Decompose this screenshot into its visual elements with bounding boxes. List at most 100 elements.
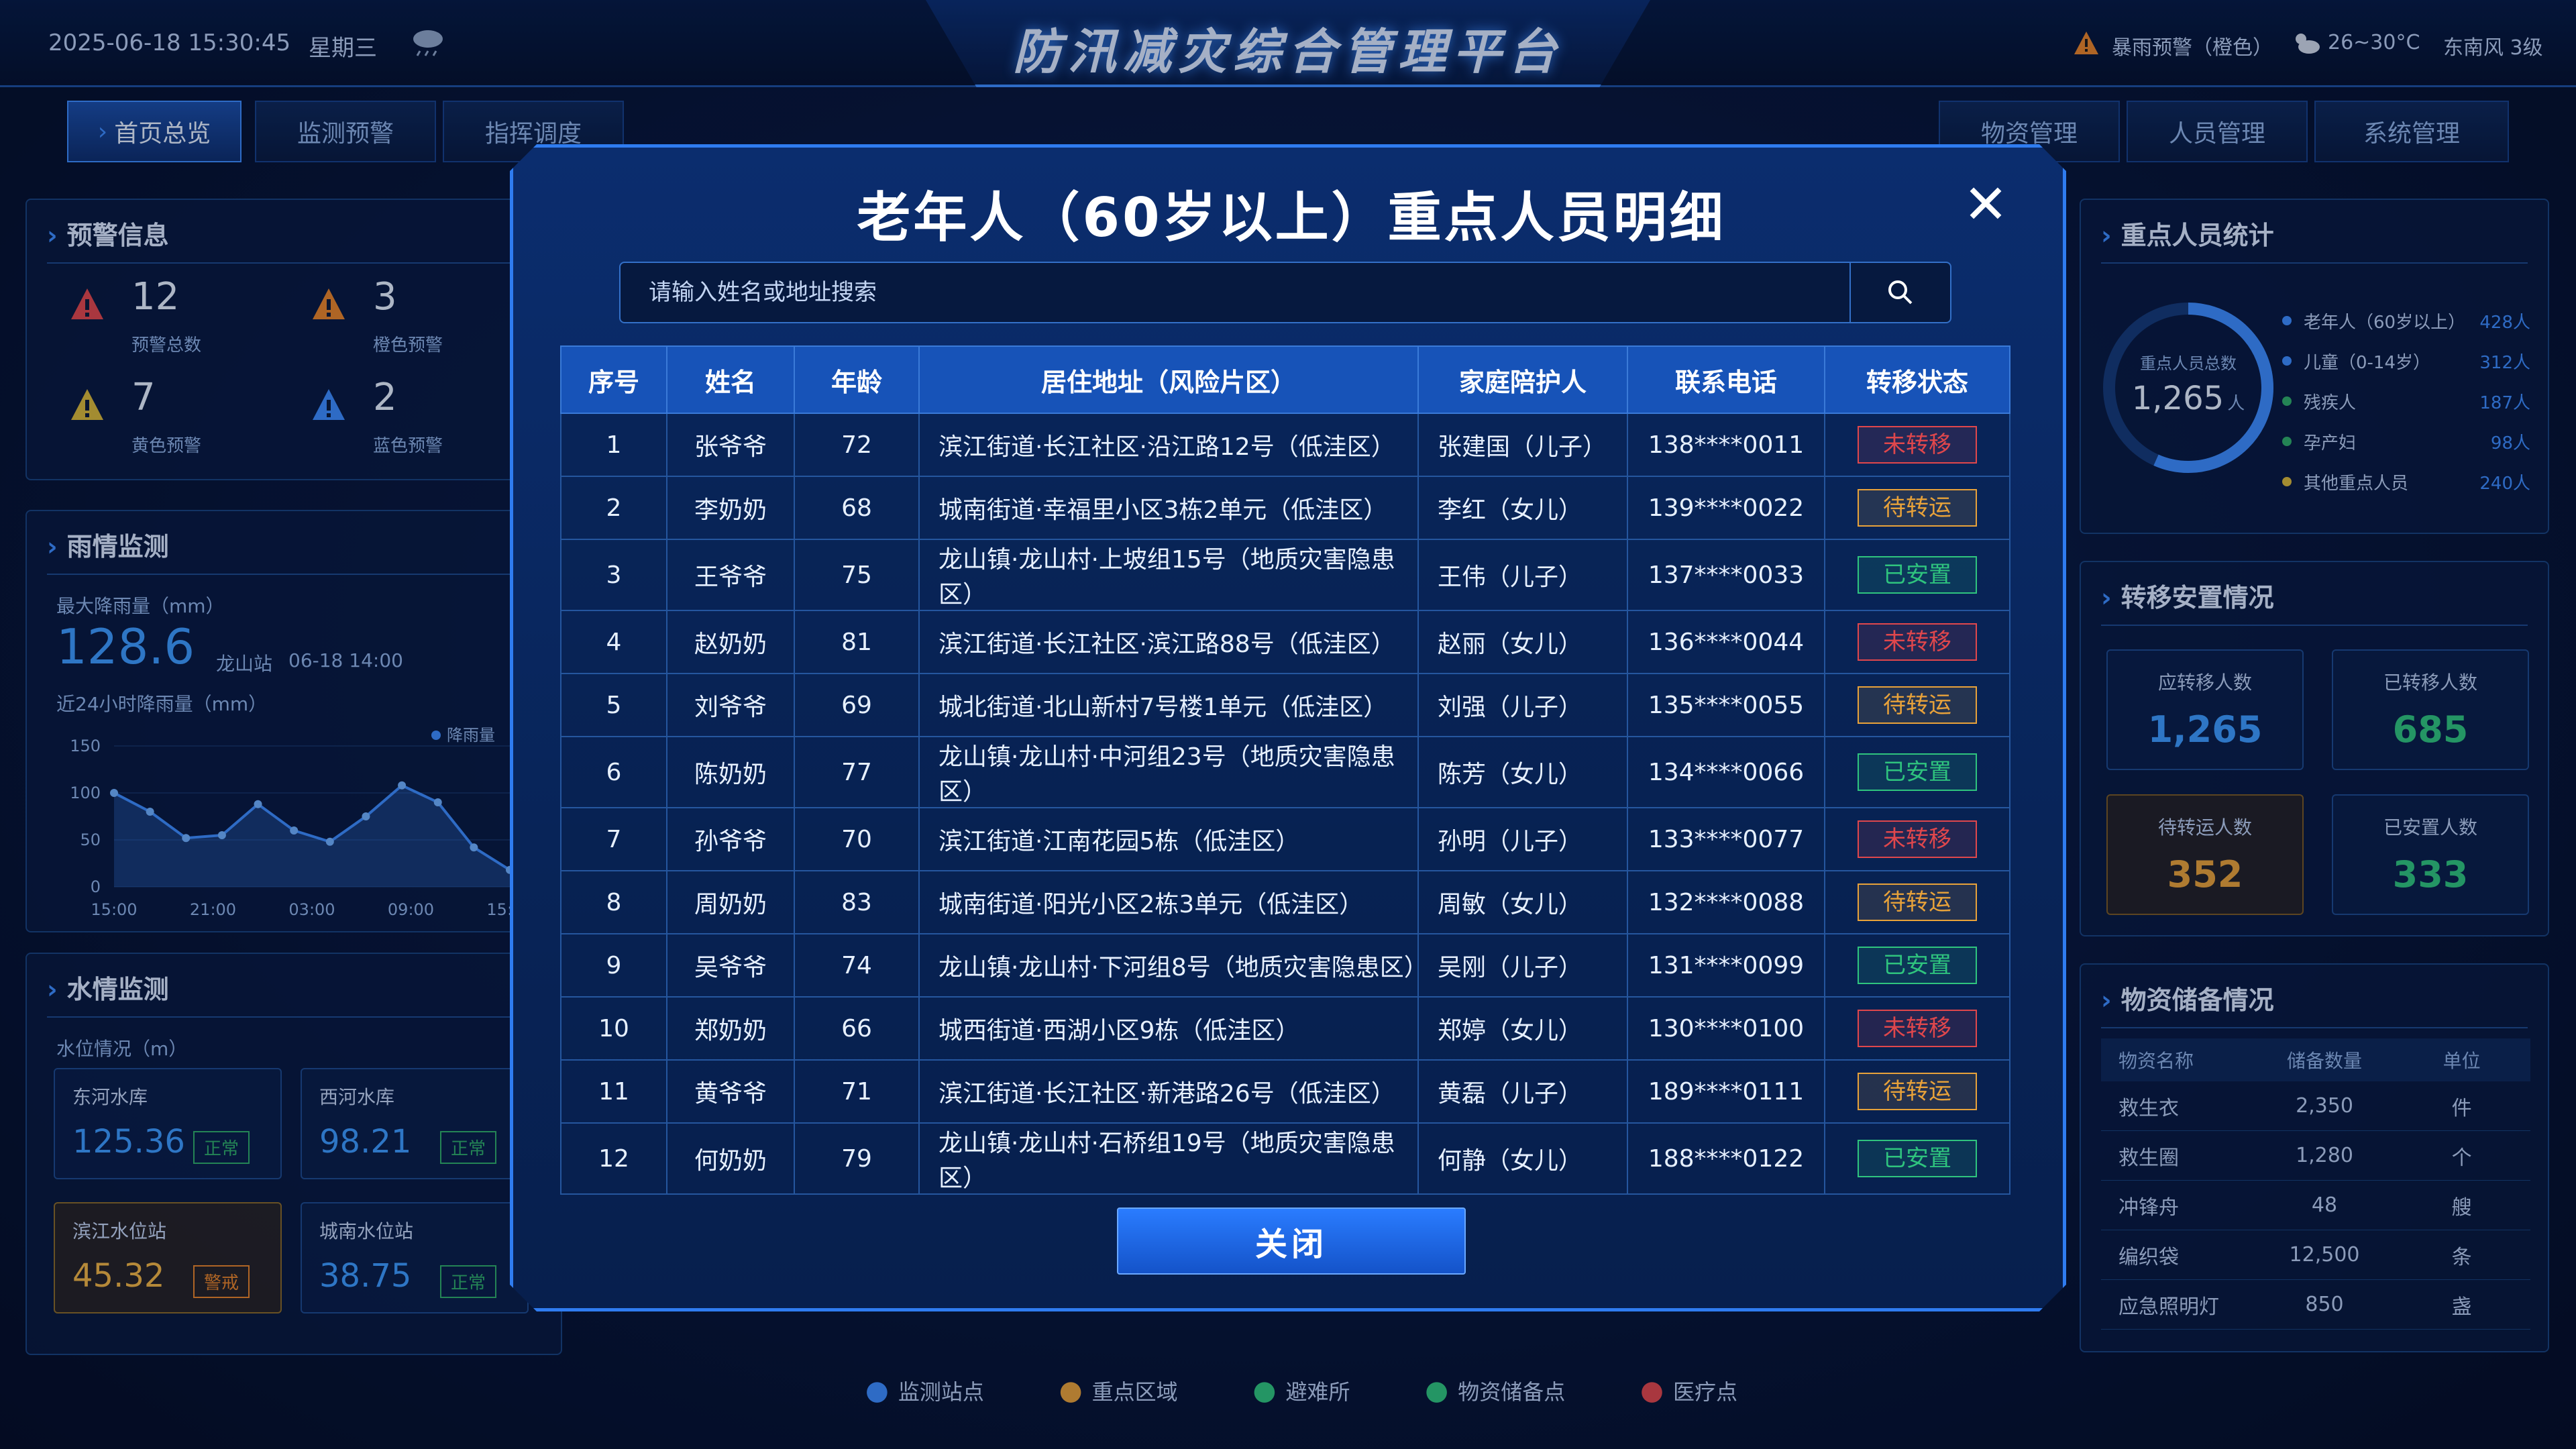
search-icon bbox=[1886, 278, 1915, 307]
table-cell: 城南街道·阳光小区2栋3单元（低洼区） bbox=[919, 871, 1418, 934]
table-cell: 8 bbox=[561, 871, 667, 934]
table-header-cell: 居住地址（风险片区） bbox=[919, 346, 1418, 413]
table-row[interactable]: 7 孙爷爷 70 滨江街道·江南花园5栋（低洼区） 孙明（儿子） 133****0077 未… bbox=[561, 808, 2010, 871]
table-cell: 11 bbox=[561, 1060, 667, 1123]
table-row[interactable]: 9 吴爷爷 74 龙山镇·龙山村·下河组8号（地质灾害隐患区） 吴刚（儿子） 131***… bbox=[561, 934, 2010, 997]
table-cell: 郑奶奶 bbox=[667, 997, 794, 1060]
table-cell: 赵丽（女儿） bbox=[1418, 610, 1627, 674]
status-badge: 未转移 bbox=[1858, 1010, 1977, 1047]
table-cell: 77 bbox=[794, 737, 919, 808]
table-row[interactable]: 11 黄爷爷 71 滨江街道·长江社区·新港路26号（低洼区） 黄磊（儿子） 189***… bbox=[561, 1060, 2010, 1123]
table-cell: 吴爷爷 bbox=[667, 934, 794, 997]
table-cell: 李红（女儿） bbox=[1418, 476, 1627, 539]
elderly-table: 序号 姓名 年龄 居住地址（风险片区） 家庭陪护人 联系电话 转移状态 1 张爷爷 72 滨江街道… bbox=[560, 345, 2010, 1195]
table-cell: 未转移 bbox=[1825, 808, 2010, 871]
search-button[interactable] bbox=[1849, 263, 1950, 322]
table-cell: 135****0055 bbox=[1627, 674, 1825, 737]
table-row[interactable]: 1 张爷爷 72 滨江街道·长江社区·沿江路12号（低洼区） 张建国（儿子） 138***… bbox=[561, 413, 2010, 476]
table-cell: 未转移 bbox=[1825, 997, 2010, 1060]
table-row[interactable]: 3 王爷爷 75 龙山镇·龙山村·上坡组15号（地质灾害隐患区） 王伟（儿子） 137**… bbox=[561, 539, 2010, 610]
table-cell: 龙山镇·龙山村·石桥组19号（地质灾害隐患区） bbox=[919, 1123, 1418, 1194]
status-badge: 未转移 bbox=[1858, 426, 1977, 464]
table-header-cell: 序号 bbox=[561, 346, 667, 413]
table-cell: 72 bbox=[794, 413, 919, 476]
table-cell: 6 bbox=[561, 737, 667, 808]
table-cell: 刘爷爷 bbox=[667, 674, 794, 737]
table-row[interactable]: 2 李奶奶 68 城南街道·幸福里小区3栋2单元（低洼区） 李红（女儿） 139****0… bbox=[561, 476, 2010, 539]
table-cell: 张爷爷 bbox=[667, 413, 794, 476]
table-row[interactable]: 10 郑奶奶 66 城西街道·西湖小区9栋（低洼区） 郑婷（女儿） 130****0100… bbox=[561, 997, 2010, 1060]
table-cell: 137****0033 bbox=[1627, 539, 1825, 610]
table-cell: 城西街道·西湖小区9栋（低洼区） bbox=[919, 997, 1418, 1060]
table-cell: 74 bbox=[794, 934, 919, 997]
table-cell: 城北街道·北山新村7号楼1单元（低洼区） bbox=[919, 674, 1418, 737]
table-cell: 已安置 bbox=[1825, 539, 2010, 610]
table-cell: 黄爷爷 bbox=[667, 1060, 794, 1123]
status-badge: 待转运 bbox=[1858, 686, 1977, 724]
status-badge: 未转移 bbox=[1858, 820, 1977, 858]
table-cell: 1 bbox=[561, 413, 667, 476]
table-cell: 李奶奶 bbox=[667, 476, 794, 539]
table-row[interactable]: 5 刘爷爷 69 城北街道·北山新村7号楼1单元（低洼区） 刘强（儿子） 135****0… bbox=[561, 674, 2010, 737]
table-row[interactable]: 4 赵奶奶 81 滨江街道·长江社区·滨江路88号（低洼区） 赵丽（女儿） 136****… bbox=[561, 610, 2010, 674]
close-icon[interactable]: ✕ bbox=[1959, 178, 2012, 231]
table-cell: 何奶奶 bbox=[667, 1123, 794, 1194]
table-header-cell: 联系电话 bbox=[1627, 346, 1825, 413]
table-cell: 83 bbox=[794, 871, 919, 934]
table-header-cell: 转移状态 bbox=[1825, 346, 2010, 413]
table-cell: 龙山镇·龙山村·中河组23号（地质灾害隐患区） bbox=[919, 737, 1418, 808]
table-cell: 3 bbox=[561, 539, 667, 610]
table-cell: 龙山镇·龙山村·上坡组15号（地质灾害隐患区） bbox=[919, 539, 1418, 610]
table-cell: 130****0100 bbox=[1627, 997, 1825, 1060]
search-bar bbox=[619, 262, 1951, 323]
status-badge: 已安置 bbox=[1858, 753, 1977, 791]
table-cell: 138****0011 bbox=[1627, 413, 1825, 476]
status-badge: 已安置 bbox=[1858, 556, 1977, 594]
table-cell: 吴刚（儿子） bbox=[1418, 934, 1627, 997]
table-cell: 陈奶奶 bbox=[667, 737, 794, 808]
status-badge: 待转运 bbox=[1858, 489, 1977, 527]
table-cell: 2 bbox=[561, 476, 667, 539]
table-header-cell: 姓名 bbox=[667, 346, 794, 413]
status-badge: 已安置 bbox=[1858, 947, 1977, 984]
table-cell: 5 bbox=[561, 674, 667, 737]
table-cell: 王伟（儿子） bbox=[1418, 539, 1627, 610]
table-cell: 136****0044 bbox=[1627, 610, 1825, 674]
table-cell: 滨江街道·长江社区·沿江路12号（低洼区） bbox=[919, 413, 1418, 476]
table-cell: 10 bbox=[561, 997, 667, 1060]
table-cell: 68 bbox=[794, 476, 919, 539]
status-badge: 未转移 bbox=[1858, 623, 1977, 661]
table-cell: 已安置 bbox=[1825, 737, 2010, 808]
table-cell: 周奶奶 bbox=[667, 871, 794, 934]
table-row[interactable]: 12 何奶奶 79 龙山镇·龙山村·石桥组19号（地质灾害隐患区） 何静（女儿） 188*… bbox=[561, 1123, 2010, 1194]
table-cell: 未转移 bbox=[1825, 413, 2010, 476]
status-badge: 待转运 bbox=[1858, 1073, 1977, 1110]
status-badge: 已安置 bbox=[1858, 1140, 1977, 1177]
table-cell: 已安置 bbox=[1825, 934, 2010, 997]
table-cell: 已安置 bbox=[1825, 1123, 2010, 1194]
table-cell: 滨江街道·长江社区·新港路26号（低洼区） bbox=[919, 1060, 1418, 1123]
table-row[interactable]: 8 周奶奶 83 城南街道·阳光小区2栋3单元（低洼区） 周敏（女儿） 132****00… bbox=[561, 871, 2010, 934]
table-cell: 188****0122 bbox=[1627, 1123, 1825, 1194]
table-cell: 79 bbox=[794, 1123, 919, 1194]
table-header-cell: 年龄 bbox=[794, 346, 919, 413]
table-cell: 待转运 bbox=[1825, 476, 2010, 539]
table-cell: 4 bbox=[561, 610, 667, 674]
table-cell: 待转运 bbox=[1825, 1060, 2010, 1123]
table-cell: 134****0066 bbox=[1627, 737, 1825, 808]
table-cell: 孙爷爷 bbox=[667, 808, 794, 871]
table-cell: 69 bbox=[794, 674, 919, 737]
elderly-detail-modal: 老年人（60岁以上）重点人员明细 ✕ 序号姓名年龄居住地址（风险片区）家庭陪护人… bbox=[510, 144, 2066, 1311]
search-input[interactable] bbox=[621, 263, 1849, 322]
table-cell: 66 bbox=[794, 997, 919, 1060]
table-cell: 131****0099 bbox=[1627, 934, 1825, 997]
table-cell: 139****0022 bbox=[1627, 476, 1825, 539]
table-cell: 孙明（儿子） bbox=[1418, 808, 1627, 871]
modal-title: 老年人（60岁以上）重点人员明细 bbox=[857, 186, 1726, 249]
table-cell: 周敏（女儿） bbox=[1418, 871, 1627, 934]
status-badge: 待转运 bbox=[1858, 883, 1977, 921]
table-cell: 9 bbox=[561, 934, 667, 997]
close-button[interactable]: 关闭 bbox=[1117, 1208, 1466, 1275]
table-row[interactable]: 6 陈奶奶 77 龙山镇·龙山村·中河组23号（地质灾害隐患区） 陈芳（女儿） 134**… bbox=[561, 737, 2010, 808]
table-cell: 70 bbox=[794, 808, 919, 871]
